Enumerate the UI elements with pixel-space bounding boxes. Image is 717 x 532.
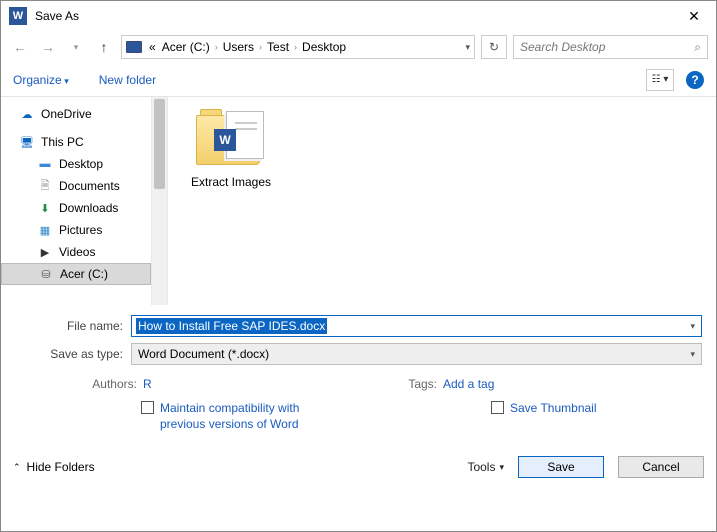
tags-label: Tags: (375, 377, 437, 391)
videos-icon: ▶ (37, 245, 53, 259)
authors-label: Authors: (75, 377, 137, 391)
tree-thispc[interactable]: 🖥 This PC (1, 131, 151, 153)
tree-documents[interactable]: 🗎 Documents (1, 175, 151, 197)
tree-downloads[interactable]: ⬇ Downloads (1, 197, 151, 219)
filename-value: How to Install Free SAP IDES.docx (136, 318, 327, 334)
tree-label: Videos (59, 245, 95, 259)
crumb-prefix: « (146, 40, 159, 54)
checkbox-icon (491, 401, 504, 414)
tree-label: Desktop (59, 157, 103, 171)
tree-onedrive[interactable]: ☁ OneDrive (1, 103, 151, 125)
search-input[interactable]: Search Desktop ⌕ (513, 35, 708, 59)
folder-icon: W (196, 109, 266, 169)
hide-folders-button[interactable]: ⌃ Hide Folders (13, 460, 95, 474)
search-icon: ⌕ (694, 40, 701, 55)
pc-icon: 🖥 (19, 135, 35, 149)
save-button[interactable]: Save (518, 456, 604, 478)
help-icon[interactable]: ? (686, 71, 704, 89)
chevron-right-icon: › (292, 42, 299, 52)
save-type-select[interactable]: Word Document (*.docx) ▾ (131, 343, 702, 365)
crumb-acer[interactable]: Acer (C:) (159, 40, 213, 54)
window-title: Save As (35, 9, 674, 23)
authors-value[interactable]: R (143, 377, 152, 391)
tree-desktop[interactable]: ▬ Desktop (1, 153, 151, 175)
chevron-down-icon: ▾ (690, 349, 695, 360)
organize-menu[interactable]: Organize (13, 73, 69, 87)
chevron-up-icon: ⌃ (13, 462, 21, 473)
disk-icon (126, 41, 142, 53)
tree-acer-c[interactable]: ⛁ Acer (C:) (1, 263, 151, 285)
recent-dropdown-icon[interactable]: ▾ (65, 36, 87, 58)
chevron-right-icon: › (213, 42, 220, 52)
tools-label: Tools (467, 460, 495, 474)
compat-label: Maintain compatibility with previous ver… (160, 401, 311, 432)
filename-dropdown-icon[interactable]: ▾ (690, 321, 695, 332)
filename-label: File name: (15, 319, 131, 333)
file-list-area[interactable]: W Extract Images (168, 97, 716, 305)
tree-pictures[interactable]: ▦ Pictures (1, 219, 151, 241)
search-placeholder: Search Desktop (520, 40, 605, 54)
documents-icon: 🗎 (37, 179, 53, 193)
folder-item-extract-images[interactable]: W Extract Images (186, 109, 276, 189)
drive-icon: ⛁ (38, 267, 54, 281)
close-button[interactable]: ✕ (674, 2, 714, 30)
checkbox-icon (141, 401, 154, 414)
downloads-icon: ⬇ (37, 201, 53, 215)
new-folder-button[interactable]: New folder (99, 73, 156, 87)
tree-videos[interactable]: ▶ Videos (1, 241, 151, 263)
save-type-label: Save as type: (15, 347, 131, 361)
scrollbar-thumb[interactable] (154, 99, 165, 189)
tree-label: OneDrive (41, 107, 92, 121)
refresh-button[interactable]: ↻ (481, 35, 507, 59)
tree-label: Documents (59, 179, 120, 193)
up-icon[interactable]: ↑ (93, 36, 115, 58)
tree-label: This PC (41, 135, 84, 149)
back-icon[interactable]: ← (9, 36, 31, 58)
tree-label: Downloads (59, 201, 118, 215)
tools-menu[interactable]: Tools (467, 460, 504, 474)
thumbnail-checkbox[interactable]: Save Thumbnail (491, 401, 597, 432)
tree-label: Pictures (59, 223, 102, 237)
cancel-button[interactable]: Cancel (618, 456, 704, 478)
address-dropdown-icon[interactable]: ▾ (465, 42, 470, 53)
crumb-desktop[interactable]: Desktop (299, 40, 349, 54)
desktop-icon: ▬ (37, 157, 53, 171)
crumb-test[interactable]: Test (264, 40, 292, 54)
thumbnail-label: Save Thumbnail (510, 401, 597, 417)
tree-label: Acer (C:) (60, 267, 108, 281)
hide-folders-label: Hide Folders (27, 460, 95, 474)
folder-tree: ☁ OneDrive 🖥 This PC ▬ Desktop 🗎 Documen… (1, 97, 151, 305)
word-app-icon: W (9, 7, 27, 25)
filename-input[interactable]: How to Install Free SAP IDES.docx ▾ (131, 315, 702, 337)
forward-icon[interactable]: → (37, 36, 59, 58)
tags-value[interactable]: Add a tag (443, 377, 494, 391)
address-bar[interactable]: « Acer (C:) › Users › Test › Desktop ▾ (121, 35, 475, 59)
pictures-icon: ▦ (37, 223, 53, 237)
chevron-right-icon: › (257, 42, 264, 52)
view-options-button[interactable]: ☷ ▾ (646, 69, 674, 91)
save-type-value: Word Document (*.docx) (138, 347, 269, 361)
compat-checkbox[interactable]: Maintain compatibility with previous ver… (141, 401, 311, 432)
folder-label: Extract Images (186, 175, 276, 189)
tree-scrollbar[interactable] (151, 97, 168, 305)
crumb-users[interactable]: Users (220, 40, 257, 54)
cloud-icon: ☁ (19, 107, 35, 121)
